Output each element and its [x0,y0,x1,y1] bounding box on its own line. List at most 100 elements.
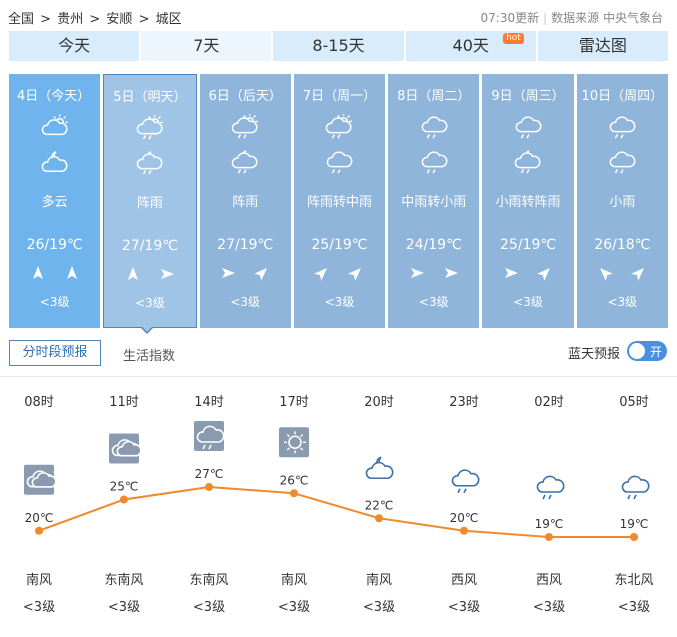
day-weather-desc: 阵雨 [232,195,259,210]
tab-life-index[interactable]: 生活指数 [123,345,175,364]
wind-direction-icon [159,266,175,286]
day-temperature: 26/18℃ [594,237,651,253]
wind-direction-icon [348,265,364,285]
day-temperature: 24/19℃ [405,237,462,253]
hour-wind-direction: 东南风 [189,572,228,588]
day-card[interactable]: 4日（今天） 多云 26/19℃ <3级 [9,74,101,328]
hour-wind-level: <3级 [533,600,565,615]
day-temperature: 27/19℃ [121,238,178,254]
day-weather-desc: 多云 [41,195,68,210]
day-card[interactable]: 9日（周三） 小雨转阵雨 25/19℃ <3级 [482,74,574,328]
tab-7day[interactable]: 7天 [141,31,272,61]
breadcrumb-item[interactable]: 城区 [156,12,182,27]
day-weather-desc: 阵雨转中雨 [306,195,372,210]
day-date: 7日（周一） [302,89,377,104]
hour-wind-level: <3级 [363,600,395,615]
wind-direction-icon [254,265,270,285]
hour-temp-label: 26℃ [280,473,309,487]
hour-temp-label: 20℃ [450,511,479,525]
day-date: 10日（周四） [581,89,664,104]
hot-badge: hot [503,33,524,44]
hour-time-label: 08时 [24,395,54,410]
breadcrumb-sep: > [40,12,52,27]
hour-temp-label: 19℃ [620,517,649,531]
temperature-point[interactable] [290,489,298,498]
breadcrumb-item[interactable]: 贵州 [57,12,83,27]
breadcrumb-item[interactable]: 全国 [8,12,34,27]
rain-icon [421,151,448,174]
hourly-temperature-chart: 08时 20℃ 南风 <3级 11时 25℃ 东南风 <3级 14时 27℃ 东南风 <3级 17时 26… [23,395,654,615]
forecast-tabs: 今天 7天 8-15天 40天 hot 雷达图 [9,31,669,61]
blue-sky-toggle[interactable]: 开 [627,341,667,361]
day-weather-desc: 中雨转小雨 [401,195,467,210]
rain-icon [515,116,542,139]
hour-wind-direction: 南风 [366,572,392,588]
hour-wind-direction: 南风 [26,572,52,588]
tab-8-15day[interactable]: 8-15天 [273,31,404,61]
hour-wind-direction: 东北风 [614,573,653,588]
day-wind-level: <3级 [324,295,355,309]
rain-icon [536,475,565,500]
day-wind-level: <3级 [513,295,543,309]
shower-day-icon [136,115,163,140]
breadcrumb-item[interactable]: 安顺 [106,12,132,27]
day-date: 9日（周三） [491,89,565,104]
hourly-forecast: 08时 20℃ 南风 <3级 11时 25℃ 东南风 <3级 14时 27℃ 东南风 <3级 17时 26… [0,377,677,637]
wind-direction-icon [30,265,46,285]
temperature-point[interactable] [205,483,213,491]
tab-today[interactable]: 今天 [9,31,140,61]
rain-icon [327,151,353,174]
day-temperature: 25/19℃ [500,237,557,253]
wind-direction-icon [443,265,459,285]
shower-night-icon [231,150,258,174]
shower-day-icon [326,114,353,139]
tab-40day[interactable]: 40天 hot [405,31,536,61]
rain-icon [609,151,636,174]
daily-forecast: 4日（今天） 多云 26/19℃ <3级 5日（明天） 阵雨 27/19℃ <3… [9,74,668,328]
day-weather-desc: 小雨 [609,195,636,210]
data-source: 数据来源 中央气象台 [551,11,663,25]
shower-night-icon [136,151,163,175]
hour-wind-level: <3级 [108,600,140,615]
partly-cloudy-night-icon [41,151,68,173]
temperature-point[interactable] [460,526,468,535]
cloudy-icon [24,464,57,495]
day-temperature: 27/19℃ [217,237,274,253]
temperature-point[interactable] [35,526,43,535]
day-card[interactable]: 10日（周四） 小雨 26/18℃ <3级 [576,74,668,328]
day-wind-level: <3级 [418,295,449,309]
hour-time-label: 14时 [194,395,224,410]
breadcrumb-sep: > [138,12,150,27]
temperature-point[interactable] [120,495,128,504]
wind-direction-icon [220,265,236,285]
day-weather-desc: 阵雨 [136,196,163,211]
day-card[interactable]: 6日（后天） 阵雨 27/19℃ <3级 [199,74,291,328]
hour-temp-label: 27℃ [195,467,224,481]
rain-icon [421,116,448,139]
toggle-knob [629,343,645,359]
temperature-point[interactable] [375,514,383,523]
day-card[interactable]: 8日（周二） 中雨转小雨 24/19℃ <3级 [388,74,480,328]
hour-wind-direction: 南风 [281,572,307,588]
day-temperature: 25/19℃ [311,237,368,253]
wind-direction-icon [537,265,553,285]
tab-radar[interactable]: 雷达图 [537,31,669,61]
hour-wind-level: <3级 [618,600,650,615]
wind-direction-icon [314,265,330,285]
day-card[interactable]: 5日（明天） 阵雨 27/19℃ <3级 [103,74,197,328]
wind-direction-icon [503,265,519,285]
breadcrumb-sep: > [89,12,101,27]
breadcrumb: 全国 > 贵州 > 安顺 > 城区 [8,8,184,27]
update-info: 07:30更新 | 数据来源 中央气象台 [480,11,663,25]
day-card[interactable]: 7日（周一） 阵雨转中雨 25/19℃ <3级 [293,74,386,328]
hour-wind-level: <3级 [448,600,480,615]
day-wind-level: <3级 [607,295,638,309]
hour-wind-level: <3级 [23,600,55,615]
hour-time-label: 11时 [109,395,139,410]
tab-hourly-forecast[interactable]: 分时段预报 [9,340,101,366]
hour-wind-direction: 东南风 [104,572,143,588]
day-date: 4日（今天） [17,89,91,104]
day-temperature: 26/19℃ [26,237,83,253]
temperature-point[interactable] [630,533,638,541]
temperature-point[interactable] [545,533,553,541]
